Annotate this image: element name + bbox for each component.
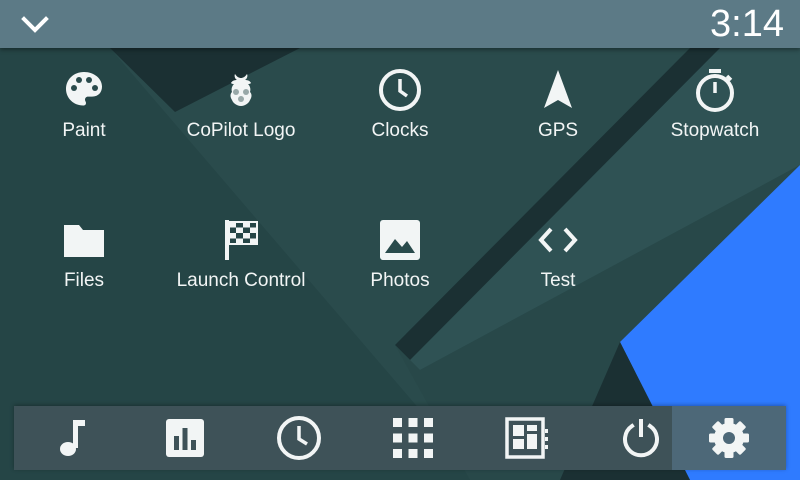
app-copilot-logo[interactable]: CoPilot Logo	[166, 66, 316, 142]
music-note-icon	[60, 420, 85, 456]
clock-icon	[379, 69, 421, 111]
app-stopwatch[interactable]: Stopwatch	[640, 66, 790, 142]
app-label: Stopwatch	[670, 120, 760, 141]
bar-chart-icon	[166, 419, 204, 457]
app-launch-control[interactable]: Launch Control	[166, 216, 316, 292]
power-icon	[623, 419, 659, 458]
chevron-down-icon[interactable]	[18, 10, 52, 40]
app-files[interactable]: Files	[9, 216, 159, 292]
dock-stats-button[interactable]	[128, 406, 242, 470]
app-label: Clocks	[371, 120, 429, 141]
dock-apps-button[interactable]	[356, 406, 470, 470]
app-label: GPS	[537, 120, 579, 141]
stopwatch-icon	[696, 69, 734, 112]
status-bar: 3:14	[0, 0, 800, 48]
app-label: Photos	[370, 270, 430, 291]
app-label: Files	[63, 270, 105, 291]
raspberry-icon	[230, 74, 252, 106]
clock-icon	[277, 416, 321, 460]
palette-icon	[66, 72, 102, 106]
dock-clock-button[interactable]	[242, 406, 356, 470]
dock-settings-button[interactable]	[672, 406, 786, 470]
app-clocks[interactable]: Clocks	[325, 66, 475, 142]
app-gps[interactable]: GPS	[483, 66, 633, 142]
clock-time: 3:14	[710, 3, 784, 45]
navigation-arrow-icon	[544, 70, 572, 108]
app-grid-icon	[393, 418, 433, 458]
app-label: Paint	[62, 120, 106, 141]
app-test[interactable]: Test	[483, 216, 633, 292]
dock-bar	[14, 406, 786, 470]
code-icon	[538, 227, 578, 253]
dock-dashboard-button[interactable]	[470, 406, 584, 470]
app-paint[interactable]: Paint	[9, 66, 159, 142]
app-label: Launch Control	[176, 270, 306, 291]
dashboard-icon	[505, 417, 548, 459]
app-label: CoPilot Logo	[186, 120, 296, 141]
folder-icon	[64, 225, 104, 257]
dock-music-button[interactable]	[14, 406, 128, 470]
gear-icon	[709, 418, 749, 458]
checkered-flag-icon	[225, 220, 258, 260]
app-label: Test	[540, 270, 576, 291]
app-photos[interactable]: Photos	[325, 216, 475, 292]
image-icon	[380, 220, 420, 260]
